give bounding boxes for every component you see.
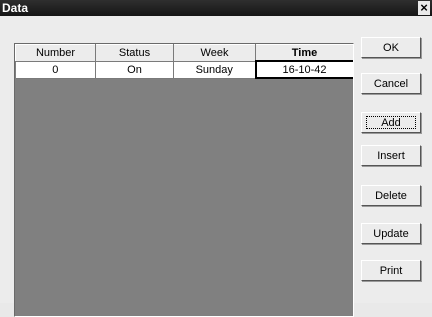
cell-time[interactable]: 16-10-42 [254, 60, 353, 79]
print-button[interactable]: Print [361, 260, 421, 281]
update-button[interactable]: Update [361, 223, 421, 244]
cell-week[interactable]: Sunday [173, 61, 256, 79]
cancel-button[interactable]: Cancel [361, 73, 421, 94]
delete-button[interactable]: Delete [361, 185, 421, 206]
column-header-number[interactable]: Number [15, 44, 96, 62]
insert-button[interactable]: Insert [361, 145, 421, 166]
table-row[interactable]: 0 On Sunday 16-10-42 [15, 60, 353, 79]
cell-number[interactable]: 0 [15, 61, 96, 79]
dialog-body: Number Status Week Time 0 On Sunday 16-1… [0, 16, 432, 317]
column-header-status[interactable]: Status [95, 44, 174, 62]
window-title: Data [2, 1, 29, 15]
add-button[interactable]: Add [361, 112, 421, 133]
close-icon[interactable]: × [418, 1, 430, 15]
header-row: Number Status Week Time [15, 44, 353, 62]
data-table: Number Status Week Time 0 On Sunday 16-1… [15, 44, 353, 79]
ok-button[interactable]: OK [361, 37, 421, 58]
column-header-time[interactable]: Time [255, 44, 353, 62]
cell-status[interactable]: On [95, 61, 174, 79]
column-header-week[interactable]: Week [173, 44, 256, 62]
data-grid[interactable]: Number Status Week Time 0 On Sunday 16-1… [14, 43, 354, 317]
title-bar: Data × [0, 0, 432, 16]
